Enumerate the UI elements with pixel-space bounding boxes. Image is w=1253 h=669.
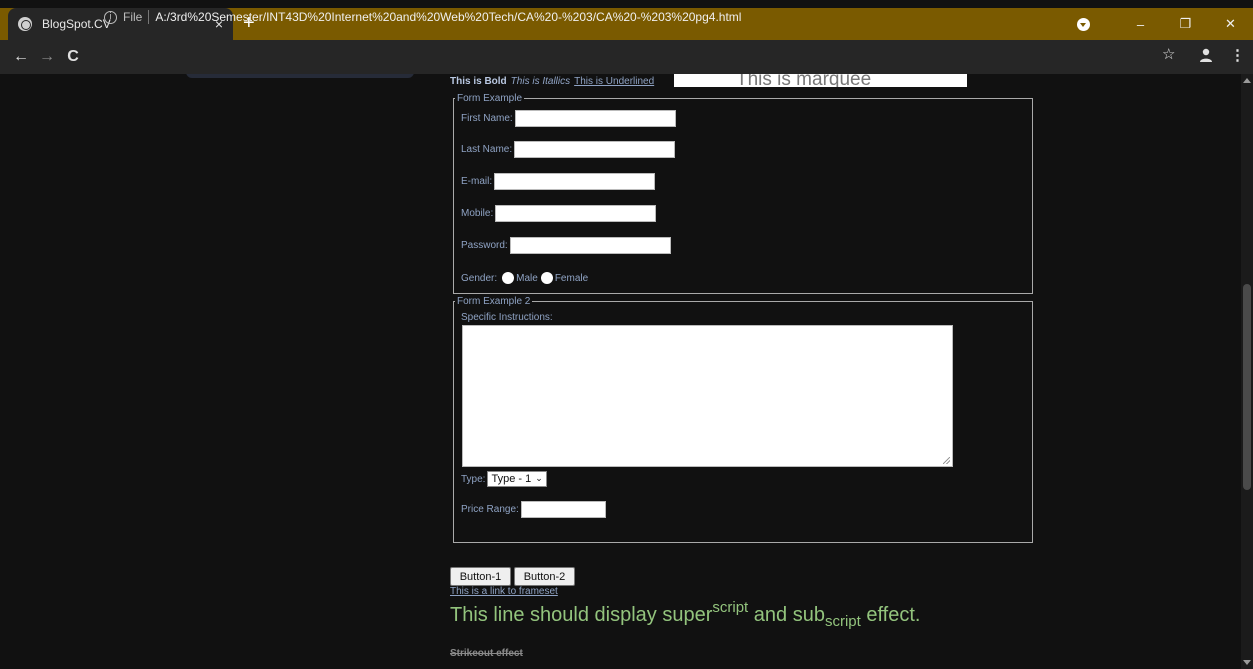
type-select[interactable]: Type - 1 ⌄ [487,471,547,487]
password-input[interactable] [509,237,671,254]
vertical-scrollbar[interactable] [1241,74,1253,669]
underline-text: This is Underlined [574,76,655,87]
info-icon[interactable]: i [104,10,117,24]
file-label: File [123,10,143,24]
price-label: Price Range: [461,504,519,515]
password-row: Password: [461,237,671,254]
superscript-text: script [712,599,749,616]
chevron-down-icon: ⌄ [535,474,543,484]
first-name-label: First Name: [461,113,513,124]
window-close-icon[interactable]: ✕ [1208,16,1253,32]
email-label: E-mail: [461,176,493,187]
marquee-text: This is marquee [736,74,872,87]
first-name-input[interactable] [514,110,676,127]
kebab-menu-icon[interactable]: ⋮ [1230,46,1245,64]
scroll-up-icon[interactable] [1243,78,1251,83]
male-label: Male [516,272,538,284]
strikeout-text: Strikeout effect [450,648,523,659]
forward-icon[interactable]: → [34,48,60,66]
female-radio[interactable] [540,272,553,284]
reload-icon[interactable]: C [60,48,86,66]
form-example-2-legend: Form Example 2 [457,296,531,307]
frameset-link[interactable]: This is a link to frameset [450,586,558,597]
scroll-down-icon[interactable] [1243,660,1251,665]
last-name-label: Last Name: [461,144,513,155]
supsub-part3: effect. [860,604,921,626]
mobile-input[interactable] [495,205,657,222]
female-label: Female [554,272,589,284]
supsub-part2: and sub [748,604,825,626]
instructions-textarea[interactable] [462,325,953,467]
back-icon[interactable]: ← [8,48,34,66]
button-1[interactable]: Button-1 [450,567,511,586]
type-row: Type: Type - 1 ⌄ [461,471,547,487]
price-input[interactable] [520,501,606,518]
address-separator [148,10,150,24]
address-bar[interactable]: i File A:/3rd%20Semester/INT43D%20Intern… [104,4,1184,30]
price-row: Price Range: [461,501,606,518]
account-icon[interactable] [1198,47,1214,63]
formatting-line: This is Bold This is Itallics This is Un… [450,76,654,87]
globe-icon [18,17,32,31]
type-label: Type: [461,473,486,485]
last-name-row: Last Name: [461,141,676,158]
form-example-legend: Form Example [457,93,523,104]
subscript-text: script [824,613,861,630]
dropdown-remnant [186,74,414,78]
email-input[interactable] [494,173,656,190]
type-selected-value: Type - 1 [491,473,532,485]
bold-text: This is Bold [450,76,507,87]
button-2[interactable]: Button-2 [514,567,575,586]
marquee-box: This is marquee [674,74,967,87]
last-name-input[interactable] [514,141,676,158]
first-name-row: First Name: [461,110,676,127]
password-label: Password: [461,240,508,251]
page-viewport: This is Bold This is Itallics This is Un… [0,74,1241,669]
url-text[interactable]: A:/3rd%20Semester/INT43D%20Internet%20an… [155,10,741,24]
email-row: E-mail: [461,173,656,190]
scroll-thumb[interactable] [1243,284,1251,490]
resize-grip-icon[interactable] [943,457,950,464]
gender-label: Gender: [461,272,498,284]
mobile-row: Mobile: [461,205,657,222]
gender-row: Gender: Male Female [461,272,588,284]
superscript-subscript-line: This line should display superscript and… [450,600,921,630]
male-radio[interactable] [502,272,515,284]
instructions-label: Specific Instructions: [461,312,553,323]
browser-toolbar: ← → C [0,40,1253,74]
star-icon[interactable]: ☆ [1162,45,1175,63]
italic-text: This is Itallics [510,76,571,87]
supsub-part1: This line should display super [450,604,713,626]
mobile-label: Mobile: [461,208,494,219]
